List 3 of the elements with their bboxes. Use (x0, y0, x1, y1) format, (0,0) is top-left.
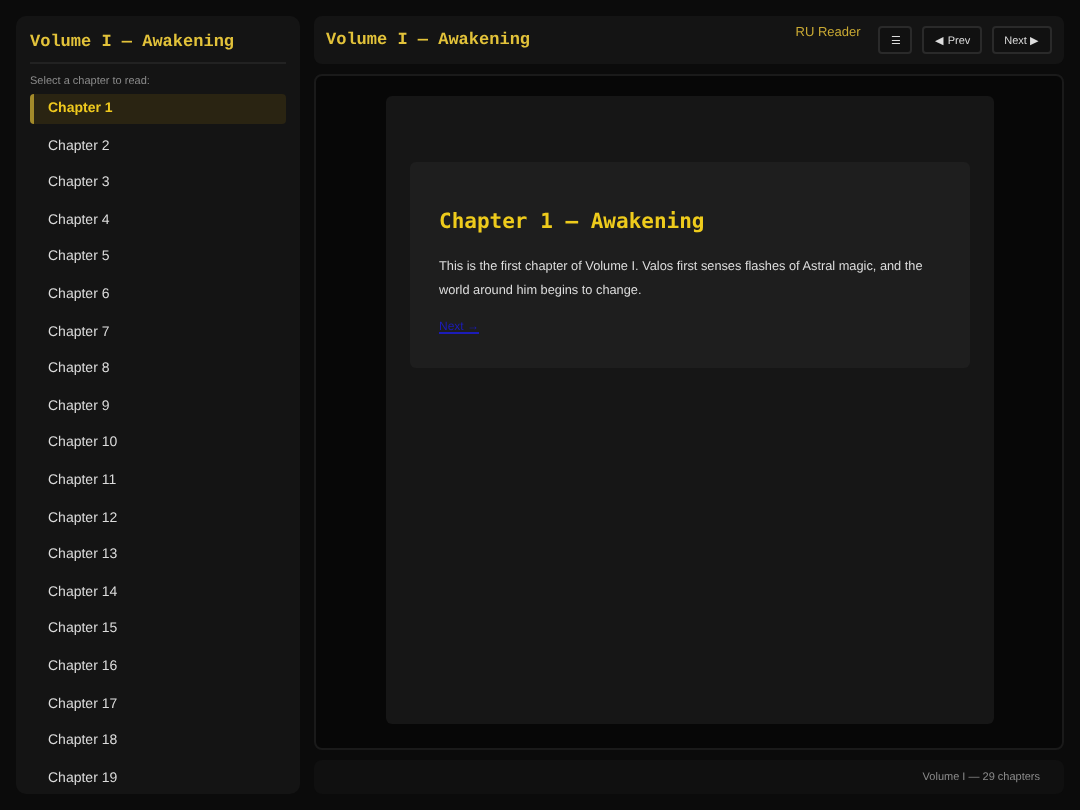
volume-title: Volume I — Awakening (30, 28, 286, 64)
header-title: Volume I — Awakening (326, 30, 533, 50)
chapter-title: Chapter 1 — Awakening (439, 210, 707, 234)
